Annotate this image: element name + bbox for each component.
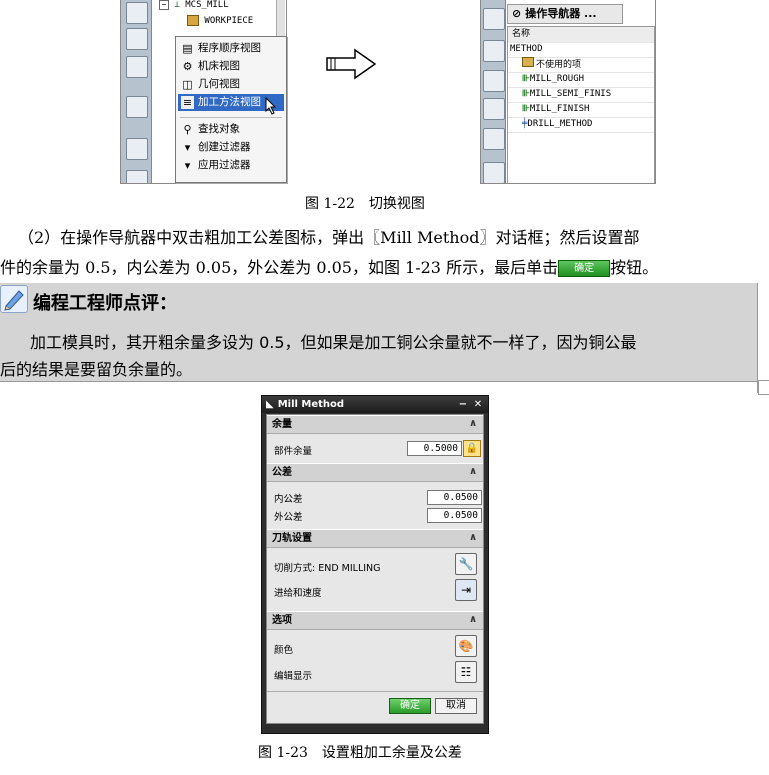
margin-marker <box>758 380 769 395</box>
resource-bar-icon[interactable] <box>483 162 505 183</box>
edit-display-icon[interactable]: ☷ <box>455 661 477 683</box>
collapse-icon[interactable]: − <box>159 0 169 10</box>
wrench-icon[interactable]: 🔧 <box>455 553 477 575</box>
resource-bar-icon[interactable] <box>483 70 505 92</box>
part-stock-label: 部件余量 <box>274 446 313 457</box>
minimize-icon[interactable]: − <box>456 396 470 413</box>
column-header-name[interactable]: 名称 <box>508 27 654 43</box>
edit-display-label: 编辑显示 <box>274 671 313 682</box>
mill-method-icon: ⊪ <box>522 74 530 84</box>
tree-node-mill-semi-finish[interactable]: ⊪MILL_SEMI_FINIS <box>508 87 654 103</box>
method-view-list: 名称 METHOD 不使用的项 ⊪MILL_ROUGH ⊪MILL_SEMI_F… <box>507 26 655 183</box>
section-options[interactable]: 选项 ∧ <box>267 611 483 630</box>
part-stock-input[interactable]: 0.5000 <box>407 441 462 456</box>
color-label: 颜色 <box>274 645 294 656</box>
tree-node-method[interactable]: METHOD <box>508 42 654 58</box>
paragraph-line-1: （2）在操作导航器中双击粗加工公差图标，弹出〖Mill Method〗对话框；然… <box>18 228 640 247</box>
tree-node-label: WORKPIECE <box>204 16 254 26</box>
paragraph-line-2: 件的余量为 0.5，内公差为 0.05，外公差为 0.05，如图 1-23 所示… <box>0 258 659 277</box>
tree-node-mill-rough[interactable]: ⊪MILL_ROUGH <box>508 72 654 88</box>
feed-speed-label: 进给和速度 <box>274 588 322 599</box>
intol-label: 内公差 <box>274 494 303 505</box>
mill-method-icon: ⊪ <box>522 104 530 114</box>
resource-bar-icon[interactable] <box>126 28 148 50</box>
folder-icon <box>522 57 534 67</box>
tree-node-unused[interactable]: 不使用的项 <box>508 57 654 73</box>
find-object-icon: ⚲ <box>183 123 192 136</box>
outtol-input[interactable]: 0.0500 <box>427 508 482 523</box>
figure-caption-1-22: 图 1-22 切换视图 <box>305 196 425 212</box>
chevron-up-icon[interactable]: ∧ <box>467 614 479 626</box>
resource-bar-icon[interactable] <box>483 98 505 120</box>
cancel-button[interactable]: 取消 <box>435 698 477 714</box>
feed-speed-icon[interactable]: ⇥ <box>455 579 477 601</box>
pencil-note-icon <box>0 285 28 313</box>
intol-input[interactable]: 0.0500 <box>427 490 482 505</box>
coordinate-system-icon: ⊥ <box>174 0 180 10</box>
comment-line-1: 加工模具时，其开粗余量多设为 0.5，但如果是加工铜公余量就不一样了，因为铜公最 <box>30 333 637 352</box>
mouse-cursor-icon <box>265 97 277 115</box>
create-filter-icon: ▾ <box>184 141 191 154</box>
resource-bar-icon[interactable] <box>126 2 148 24</box>
outtol-label: 外公差 <box>274 512 303 523</box>
navigator-title: ⊘ 操作导航器 ... <box>507 4 623 24</box>
section-tolerance[interactable]: 公差 ∧ <box>267 463 483 482</box>
comment-title: 编程工程师点评： <box>33 293 177 314</box>
resource-bar-icon[interactable] <box>126 96 148 118</box>
menu-item-find-object[interactable]: ⚲ 查找对象 <box>178 121 284 138</box>
comment-line-2: 后的结果是要留负余量的。 <box>0 360 193 379</box>
dialog-app-icon: ◣ <box>266 399 274 410</box>
engineer-comment-box: 编程工程师点评： 加工模具时，其开粗余量多设为 0.5，但如果是加工铜公余量就不… <box>0 283 758 382</box>
figure-caption-1-23: 图 1-23 设置粗加工余量及公差 <box>258 745 462 761</box>
machining-method-icon: ≡ <box>181 96 194 109</box>
program-order-icon: ▤ <box>182 42 193 55</box>
menu-item-program-order-view[interactable]: ▤ 程序顺序视图 <box>178 40 284 57</box>
menu-separator <box>180 117 282 118</box>
figure-1-22: − ⊥ MCS_MILL WORKPIECE ▤ 程序顺序视图 ⚙ 机床视图 ◫ 几何… <box>120 0 656 184</box>
resource-bar-icon[interactable] <box>483 8 505 30</box>
margin-line <box>757 283 758 393</box>
lock-icon[interactable]: 🔒 <box>463 440 481 457</box>
geometry-icon: ◫ <box>182 78 193 91</box>
tree-node-label: MCS_MILL <box>185 0 229 10</box>
cut-method-label: 切削方式: END MILLING <box>274 563 381 574</box>
chevron-up-icon[interactable]: ∧ <box>467 466 479 478</box>
mill-method-icon: ⊪ <box>522 89 530 99</box>
chevron-up-icon[interactable]: ∧ <box>467 532 479 544</box>
mill-method-dialog: ◣ Mill Method − ✕ 余量 ∧ 部件余量 0.5000 🔒 公差 ∧ 内… <box>261 395 489 734</box>
clock-icon[interactable] <box>126 138 148 160</box>
tree-node-workpiece[interactable]: WORKPIECE <box>187 15 253 26</box>
tree-node-drill-method[interactable]: ╪DRILL_METHOD <box>508 117 654 133</box>
inline-ok-button-image: 确定 <box>558 260 611 277</box>
apply-filter-icon: ▾ <box>184 159 191 172</box>
menu-item-machine-tool-view[interactable]: ⚙ 机床视图 <box>178 58 284 75</box>
menu-item-create-filter[interactable]: ▾ 创建过滤器 <box>178 139 284 156</box>
tree-node-mill-finish[interactable]: ⊪MILL_FINISH <box>508 102 654 118</box>
section-stock[interactable]: 余量 ∧ <box>267 415 483 434</box>
divider <box>267 691 483 692</box>
menu-item-apply-filter[interactable]: ▾ 应用过滤器 <box>178 157 284 174</box>
resource-bar-icon[interactable] <box>483 40 505 62</box>
resource-bar-icon[interactable] <box>483 128 505 150</box>
color-palette-icon[interactable]: 🎨 <box>455 635 477 657</box>
menu-item-geometry-view[interactable]: ◫ 几何视图 <box>178 76 284 93</box>
operation-navigator-screenshot-right: ⊘ 操作导航器 ... 名称 METHOD 不使用的项 ⊪MILL_ROUGH ⊪… <box>480 0 656 184</box>
dialog-title-bar[interactable]: ◣ Mill Method − ✕ <box>262 396 488 413</box>
dialog-body: 余量 ∧ 部件余量 0.5000 🔒 公差 ∧ 内公差 0.0500 外公差 0.0… <box>266 414 484 724</box>
resource-bar-icon[interactable] <box>126 56 148 78</box>
resource-bar <box>481 0 506 183</box>
right-arrow-icon <box>326 48 377 80</box>
ok-button[interactable]: 确定 <box>389 698 431 714</box>
resource-bar <box>121 0 152 183</box>
workpiece-icon <box>187 15 199 26</box>
tree-node-mcs[interactable]: − ⊥ MCS_MILL <box>159 0 229 10</box>
chevron-up-icon[interactable]: ∧ <box>467 418 479 430</box>
section-tool-path[interactable]: 刀轨设置 ∧ <box>267 529 483 548</box>
machine-tool-icon: ⚙ <box>182 60 193 73</box>
navigator-icon: ⊘ <box>512 7 522 20</box>
close-icon[interactable]: ✕ <box>471 396 485 413</box>
resource-bar-icon[interactable] <box>126 170 148 183</box>
